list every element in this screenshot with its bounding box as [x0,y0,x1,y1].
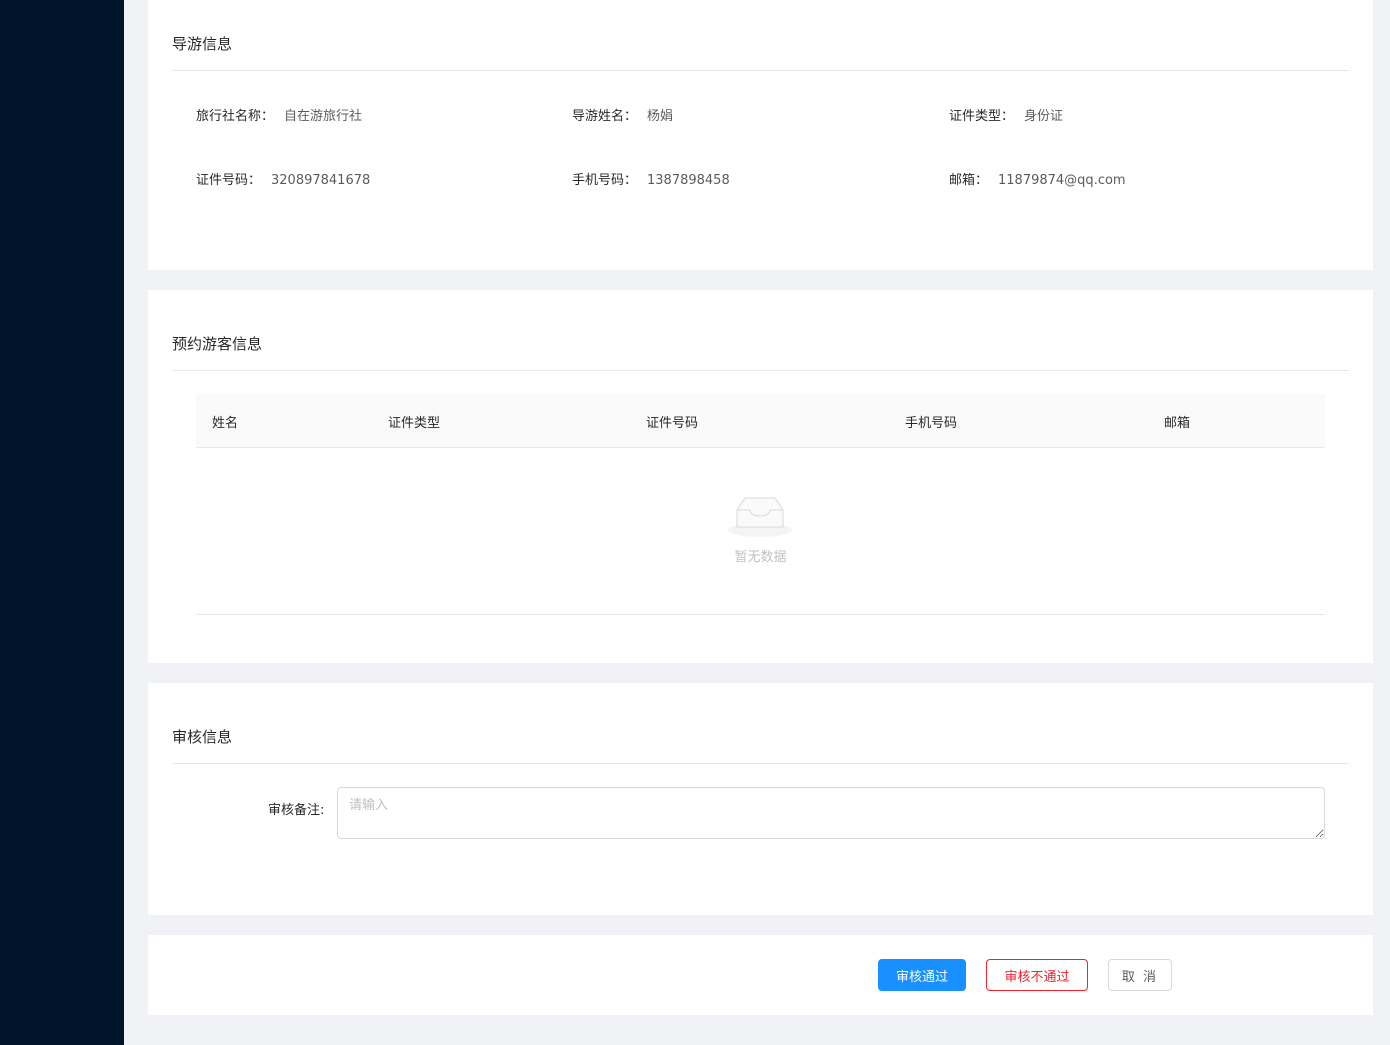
guide-name-label: 导游姓名： [572,109,638,124]
empty-text: 暂无数据 [734,550,787,565]
remark-label: 审核备注: [268,803,325,818]
approve-button[interactable]: 审核通过 [878,959,966,991]
table-header: 姓名 证件类型 证件号码 手机号码 邮箱 [196,394,1325,448]
guide-info-divider [172,70,1349,71]
audit-info-title: 审核信息 [172,728,233,746]
column-header-email: 邮箱 [1164,416,1191,431]
agency-name-value: 自在游旅行社 [284,109,363,124]
reject-button[interactable]: 审核不通过 [986,959,1088,991]
agency-name-field: 旅行社名称： 自在游旅行社 [196,105,362,124]
phone-value: 1387898458 [647,173,730,188]
guide-name-field: 导游姓名： 杨娟 [572,105,673,124]
id-type-value: 身份证 [1024,109,1064,124]
id-type-field: 证件类型： 身份证 [949,105,1063,124]
phone-field: 手机号码： 1387898458 [572,169,730,188]
email-value: 11879874@qq.com [998,173,1126,188]
column-header-id-number: 证件号码 [646,416,699,431]
main-content: 导游信息 旅行社名称： 自在游旅行社 导游姓名： 杨娟 证件类型： 身份证 证件号码：… [124,0,1390,1045]
id-type-label: 证件类型： [949,109,1015,124]
audit-info-divider [172,763,1349,764]
guide-info-card: 导游信息 旅行社名称： 自在游旅行社 导游姓名： 杨娟 证件类型： 身份证 证件号码：… [148,0,1373,270]
tourist-info-title: 预约游客信息 [172,335,263,353]
action-bar: 审核通过 审核不通过 取 消 [148,935,1373,1015]
remark-input[interactable] [337,787,1325,839]
audit-info-card: 审核信息 审核备注: [148,683,1373,915]
email-field: 邮箱： 11879874@qq.com [949,169,1126,188]
column-header-id-type: 证件类型 [388,416,441,431]
email-label: 邮箱： [949,173,989,188]
tourist-info-card: 预约游客信息 姓名 证件类型 证件号码 手机号码 邮箱 暂无数据 [148,290,1373,663]
column-header-name: 姓名 [212,416,239,431]
tourist-table: 姓名 证件类型 证件号码 手机号码 邮箱 暂无数据 [196,394,1325,615]
id-number-label: 证件号码： [196,173,262,188]
phone-label: 手机号码： [572,173,638,188]
agency-name-label: 旅行社名称： [196,109,275,124]
cancel-button[interactable]: 取 消 [1108,959,1172,991]
tourist-info-divider [172,370,1349,371]
column-header-phone: 手机号码 [905,416,958,431]
sidebar [0,0,124,1045]
id-number-field: 证件号码： 320897841678 [196,169,370,188]
id-number-value: 320897841678 [271,173,371,188]
table-empty-state: 暂无数据 [196,448,1325,615]
guide-name-value: 杨娟 [647,109,674,124]
guide-info-title: 导游信息 [172,35,233,53]
empty-inbox-icon [728,497,792,537]
